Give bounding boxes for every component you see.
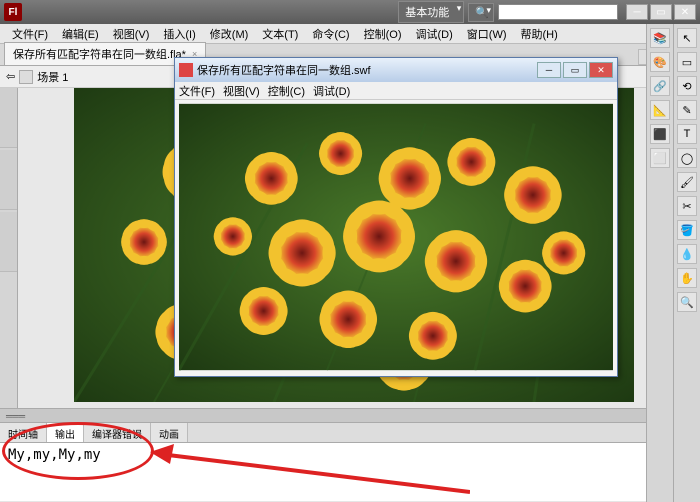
tool-button[interactable]: T: [677, 124, 697, 144]
search-input[interactable]: [498, 4, 618, 20]
panel-button[interactable]: ⬛: [650, 124, 670, 144]
swf-window-title: 保存所有匹配字符串在同一数组.swf: [197, 62, 533, 78]
menu-debug[interactable]: 调试(D): [410, 24, 459, 44]
menu-insert[interactable]: 插入(I): [157, 24, 201, 44]
scene-label: 场景 1: [37, 69, 68, 85]
collapsed-panel[interactable]: [0, 212, 17, 272]
swf-menu-file[interactable]: 文件(F): [179, 83, 215, 99]
tool-button[interactable]: 🪣: [677, 220, 697, 240]
panel-button[interactable]: 🔗: [650, 76, 670, 96]
swf-minimize-button[interactable]: ─: [537, 62, 561, 78]
collapsed-panel[interactable]: [0, 150, 17, 210]
tool-button[interactable]: ✎: [677, 100, 697, 120]
tool-button[interactable]: ▭: [677, 52, 697, 72]
tools-rail-b: ↖ ▭ ⟲ ✎ T ◯ 🖌 ✂ 🪣 💧 ✋ 🔍: [673, 24, 700, 502]
swf-test-window[interactable]: 保存所有匹配字符串在同一数组.swf ─ ▭ ✕ 文件(F) 视图(V) 控制(…: [174, 57, 618, 377]
tab-timeline[interactable]: 时间轴: [0, 423, 47, 442]
app-titlebar: Fl 基本功能 🔍 ─ ▭ ✕: [0, 0, 700, 24]
menu-commands[interactable]: 命令(C): [306, 24, 355, 44]
bottom-panel: ═══ 时间轴 输出 编译器错误 动画 My,my,My,my: [0, 408, 646, 502]
swf-menu-debug[interactable]: 调试(D): [313, 83, 350, 99]
menu-window[interactable]: 窗口(W): [461, 24, 513, 44]
document-tab-label: 保存所有匹配字符串在同一数组.fla*: [13, 46, 186, 62]
workspace-dropdown[interactable]: 基本功能: [398, 1, 464, 23]
main-menubar: 文件(F) 编辑(E) 视图(V) 插入(I) 修改(M) 文本(T) 命令(C…: [0, 24, 700, 44]
menu-edit[interactable]: 编辑(E): [56, 24, 105, 44]
search-dropdown[interactable]: 🔍: [468, 3, 494, 22]
swf-titlebar[interactable]: 保存所有匹配字符串在同一数组.swf ─ ▭ ✕: [175, 58, 617, 82]
swf-maximize-button[interactable]: ▭: [563, 62, 587, 78]
tool-button[interactable]: ↖: [677, 28, 697, 48]
window-close-button[interactable]: ✕: [674, 4, 696, 20]
tool-button[interactable]: ⟲: [677, 76, 697, 96]
swf-menubar: 文件(F) 视图(V) 控制(C) 调试(D): [175, 82, 617, 100]
swf-close-button[interactable]: ✕: [589, 62, 613, 78]
right-rails: 📚 🎨 🔗 📐 ⬛ ⬜ ↖ ▭ ⟲ ✎ T ◯ 🖌 ✂ 🪣 💧 ✋ 🔍: [646, 24, 700, 502]
window-minimize-button[interactable]: ─: [626, 4, 648, 20]
scene-icon: [19, 70, 33, 84]
panel-button[interactable]: ⬜: [650, 148, 670, 168]
tools-rail-a: 📚 🎨 🔗 📐 ⬛ ⬜: [646, 24, 673, 502]
menu-view[interactable]: 视图(V): [107, 24, 156, 44]
menu-modify[interactable]: 修改(M): [204, 24, 255, 44]
tool-button[interactable]: 🔍: [677, 292, 697, 312]
menu-help[interactable]: 帮助(H): [515, 24, 564, 44]
panel-button[interactable]: 🎨: [650, 52, 670, 72]
menu-control[interactable]: 控制(O): [358, 24, 408, 44]
output-text-area[interactable]: My,my,My,my: [0, 443, 646, 501]
tool-button[interactable]: ✂: [677, 196, 697, 216]
tool-button[interactable]: ◯: [677, 148, 697, 168]
tool-button[interactable]: 💧: [677, 244, 697, 264]
swf-window-icon: [179, 63, 193, 77]
menu-text[interactable]: 文本(T): [256, 24, 304, 44]
swf-menu-view[interactable]: 视图(V): [223, 83, 260, 99]
tab-output[interactable]: 输出: [47, 423, 84, 442]
panel-tabs: 时间轴 输出 编译器错误 动画: [0, 423, 646, 443]
window-maximize-button[interactable]: ▭: [650, 4, 672, 20]
swf-menu-control[interactable]: 控制(C): [268, 83, 305, 99]
panel-button[interactable]: 📚: [650, 28, 670, 48]
collapsed-panel[interactable]: [0, 88, 17, 148]
timeline-collapsed-bar[interactable]: ═══: [0, 409, 646, 423]
flash-logo-icon: Fl: [4, 3, 22, 21]
menu-file[interactable]: 文件(F): [6, 24, 54, 44]
back-arrow-icon[interactable]: ⇦: [6, 70, 15, 83]
tab-motion[interactable]: 动画: [151, 423, 188, 442]
tool-button[interactable]: 🖌: [677, 172, 697, 192]
panel-button[interactable]: 📐: [650, 100, 670, 120]
tab-compiler-errors[interactable]: 编译器错误: [84, 423, 151, 442]
swf-content-image: [179, 102, 613, 372]
tool-button[interactable]: ✋: [677, 268, 697, 288]
